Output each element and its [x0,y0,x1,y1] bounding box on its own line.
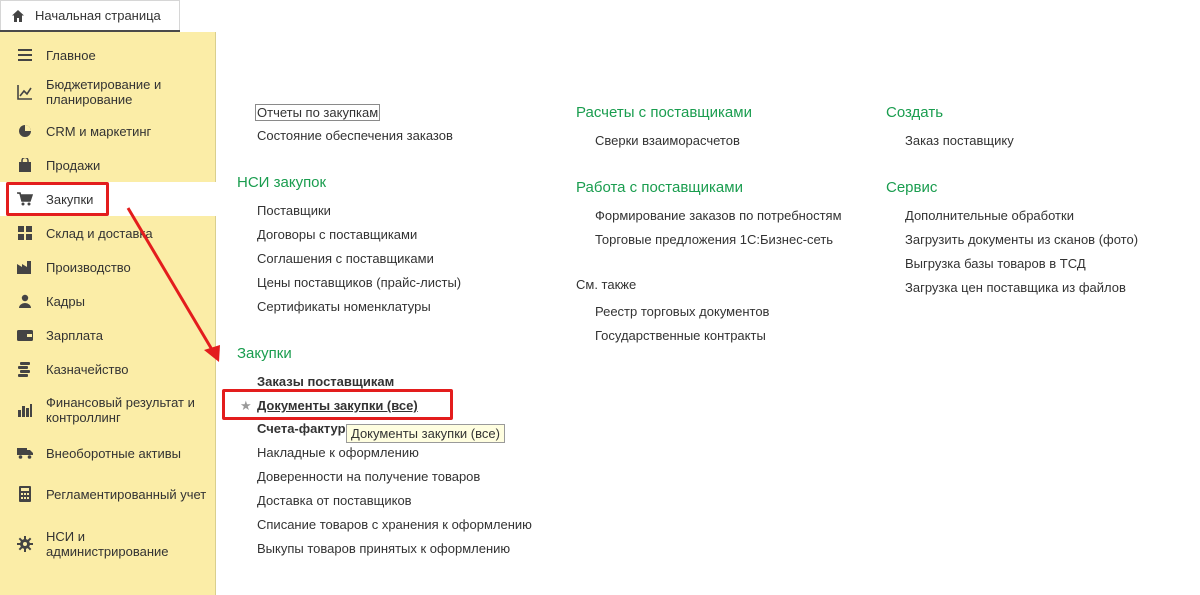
pie-chart-icon [17,123,33,139]
link-trade-documents-registry[interactable]: Реестр торговых документов [595,304,769,319]
link-supplier-contracts[interactable]: Договоры с поставщиками [257,227,417,242]
section-title-see-also: См. также [576,277,637,292]
sidebar-item-label: Финансовый результат и контроллинг [46,395,195,425]
sidebar-item-label: CRM и маркетинг [46,123,152,139]
link-invoices[interactable]: Счета-фактур [257,421,346,436]
link-load-from-scans[interactable]: Загрузить документы из сканов (фото) [905,232,1138,247]
link-waybills-to-process[interactable]: Накладные к оформлению [257,445,419,460]
sidebar-item-production[interactable]: Производство [0,250,216,284]
link-purchase-reports[interactable]: Отчеты по закупкам [255,104,381,121]
truck-icon [17,445,33,461]
link-supplier-prices[interactable]: Цены поставщиков (прайс-листы) [257,275,461,290]
link-order-supply-status[interactable]: Состояние обеспечения заказов [257,128,453,143]
section-title-service: Сервис [886,179,938,196]
link-additional-processing[interactable]: Дополнительные обработки [905,208,1074,223]
person-icon [17,293,33,309]
sidebar-item-label: Главное [46,47,96,63]
link-purchase-documents-all[interactable]: Документы закупки (все) [257,398,418,413]
sidebar-item-main[interactable]: Главное [0,38,216,72]
sidebar-item-label: Склад и доставка [46,225,153,241]
sidebar-item-warehouse[interactable]: Склад и доставка [0,216,216,250]
section-title-nsi: НСИ закупок [237,174,327,191]
sidebar-item-hr[interactable]: Кадры [0,284,216,318]
link-trade-offers[interactable]: Торговые предложения 1С:Бизнес-сеть [595,232,833,247]
sidebar-item-financial-result[interactable]: Финансовый результат и контроллинг [0,390,216,430]
link-settlement-reconciliation[interactable]: Сверки взаиморасчетов [595,133,740,148]
tooltip: Документы закупки (все) [346,424,505,443]
link-suppliers[interactable]: Поставщики [257,203,331,218]
sidebar-item-treasury[interactable]: Казначейство [0,352,216,386]
tab-home[interactable]: Начальная страница [0,0,180,30]
sidebar-item-label: Бюджетирование и планирование [46,77,162,107]
chart-line-icon [17,84,33,100]
bar-chart-icon [17,402,33,418]
link-orders-by-needs[interactable]: Формирование заказов по потребностям [595,208,842,223]
sidebar-item-label: Продажи [46,157,101,173]
sidebar-item-budgeting[interactable]: Бюджетирование и планирование [0,72,216,112]
factory-icon [17,259,33,275]
sidebar-item-label: Производство [46,259,131,275]
shopping-bag-icon [17,157,33,173]
sidebar-item-label: Кадры [46,293,85,309]
sidebar-item-fixed-assets[interactable]: Внеоборотные активы [0,436,216,470]
sidebar-item-crm[interactable]: CRM и маркетинг [0,114,216,148]
link-item-certificates[interactable]: Сертификаты номенклатуры [257,299,431,314]
link-powers-of-attorney[interactable]: Доверенности на получение товаров [257,469,480,484]
sidebar-item-nsi-admin[interactable]: НСИ и администрирование [0,524,216,564]
tab-home-label: Начальная страница [35,8,161,23]
sidebar-item-label: Казначейство [46,361,129,377]
coins-icon [17,361,33,377]
link-state-contracts[interactable]: Государственные контракты [595,328,766,343]
section-title-create: Создать [886,104,944,121]
warehouse-grid-icon [17,225,33,241]
link-buyout-goods[interactable]: Выкупы товаров принятых к оформлению [257,541,510,556]
sidebar-item-purchases[interactable]: Закупки [0,182,216,216]
sidebar-item-salary[interactable]: Зарплата [0,318,216,352]
section-title-supplier-work: Работа с поставщиками [576,179,743,196]
sidebar-item-label: Зарплата [46,327,103,343]
link-create-supplier-order[interactable]: Заказ поставщику [905,133,1014,148]
sidebar-item-label: НСИ и администрирование [46,529,169,559]
star-icon[interactable]: ★ [240,398,252,414]
link-export-to-tsd[interactable]: Выгрузка базы товаров в ТСД [905,256,1086,271]
cart-icon [17,191,33,207]
link-write-off-goods[interactable]: Списание товаров с хранения к оформлению [257,517,532,532]
menu-lines-icon [17,47,33,63]
section-title-settlements: Расчеты с поставщиками [576,104,752,121]
wallet-icon [17,327,33,343]
sidebar-item-label: Закупки [46,191,94,207]
calculator-icon [17,486,33,502]
link-load-supplier-prices[interactable]: Загрузка цен поставщика из файлов [905,280,1126,295]
sidebar: Главное Бюджетирование и планирование CR… [0,32,216,595]
link-delivery-from-suppliers[interactable]: Доставка от поставщиков [257,493,412,508]
home-icon [11,9,25,23]
sidebar-item-label: Регламентированный учет [46,486,207,502]
link-supplier-agreements[interactable]: Соглашения с поставщиками [257,251,434,266]
gear-icon [17,536,33,552]
link-supplier-orders[interactable]: Заказы поставщикам [257,374,394,389]
section-title-purchases: Закупки [237,345,292,362]
sidebar-item-label: Внеоборотные активы [46,445,182,461]
sidebar-item-regulated[interactable]: Регламентированный учет [0,474,216,514]
sidebar-item-sales[interactable]: Продажи [0,148,216,182]
